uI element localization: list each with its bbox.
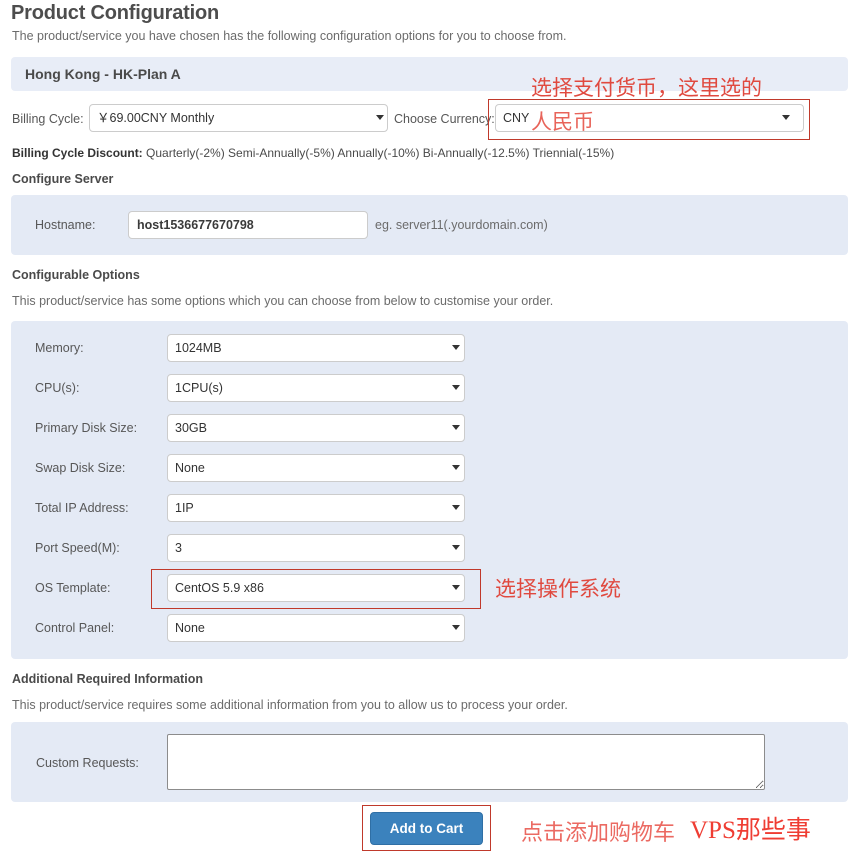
option-label: Control Panel:: [35, 621, 115, 635]
billing-cycle-select[interactable]: ￥69.00CNY Monthly: [89, 104, 388, 132]
page-title: Product Configuration: [11, 2, 219, 24]
option-label: Primary Disk Size:: [35, 421, 138, 435]
option-select[interactable]: 3: [167, 534, 465, 562]
configurable-options-desc: This product/service has some options wh…: [12, 294, 554, 308]
configure-server-title: Configure Server: [12, 172, 114, 186]
custom-requests-label: Custom Requests:: [36, 756, 139, 770]
option-label: Memory:: [35, 341, 84, 355]
hostname-input[interactable]: [128, 211, 368, 239]
discount-value: Quarterly(-2%) Semi-Annually(-5%) Annual…: [146, 146, 615, 160]
billing-cycle-label: Billing Cycle:: [12, 112, 84, 126]
option-label: OS Template:: [35, 581, 111, 595]
option-label: Port Speed(M):: [35, 541, 120, 555]
option-select[interactable]: CentOS 5.9 x86: [167, 574, 465, 602]
configurable-options-title: Configurable Options: [12, 268, 140, 282]
add-to-cart-annotation: 点击添加购物车: [521, 820, 676, 845]
page-subtitle: The product/service you have chosen has …: [12, 29, 567, 43]
configurable-options-panel: [11, 321, 848, 659]
hostname-hint: eg. server11(.yourdomain.com): [375, 218, 548, 232]
hostname-label: Hostname:: [35, 218, 96, 232]
choose-currency-label: Choose Currency:: [394, 112, 495, 126]
billing-cycle-discount: Billing Cycle Discount: Quarterly(-2%) S…: [12, 146, 614, 160]
additional-info-title: Additional Required Information: [12, 672, 203, 686]
product-configuration-page: Product Configuration The product/servic…: [0, 0, 862, 857]
option-label: CPU(s):: [35, 381, 80, 395]
option-label: Total IP Address:: [35, 501, 129, 515]
option-select[interactable]: 30GB: [167, 414, 465, 442]
discount-label: Billing Cycle Discount:: [12, 146, 143, 160]
option-select[interactable]: 1IP: [167, 494, 465, 522]
option-select[interactable]: None: [167, 614, 465, 642]
site-watermark: VPS那些事: [690, 817, 811, 844]
add-to-cart-button[interactable]: Add to Cart: [370, 812, 483, 845]
option-select[interactable]: 1024MB: [167, 334, 465, 362]
option-select[interactable]: 1CPU(s): [167, 374, 465, 402]
product-panel-heading: Hong Kong - HK-Plan A: [11, 57, 848, 91]
option-select[interactable]: None: [167, 454, 465, 482]
additional-info-desc: This product/service requires some addit…: [12, 698, 568, 712]
currency-select[interactable]: CNY: [495, 104, 804, 132]
custom-requests-textarea[interactable]: [167, 734, 765, 790]
option-label: Swap Disk Size:: [35, 461, 126, 475]
